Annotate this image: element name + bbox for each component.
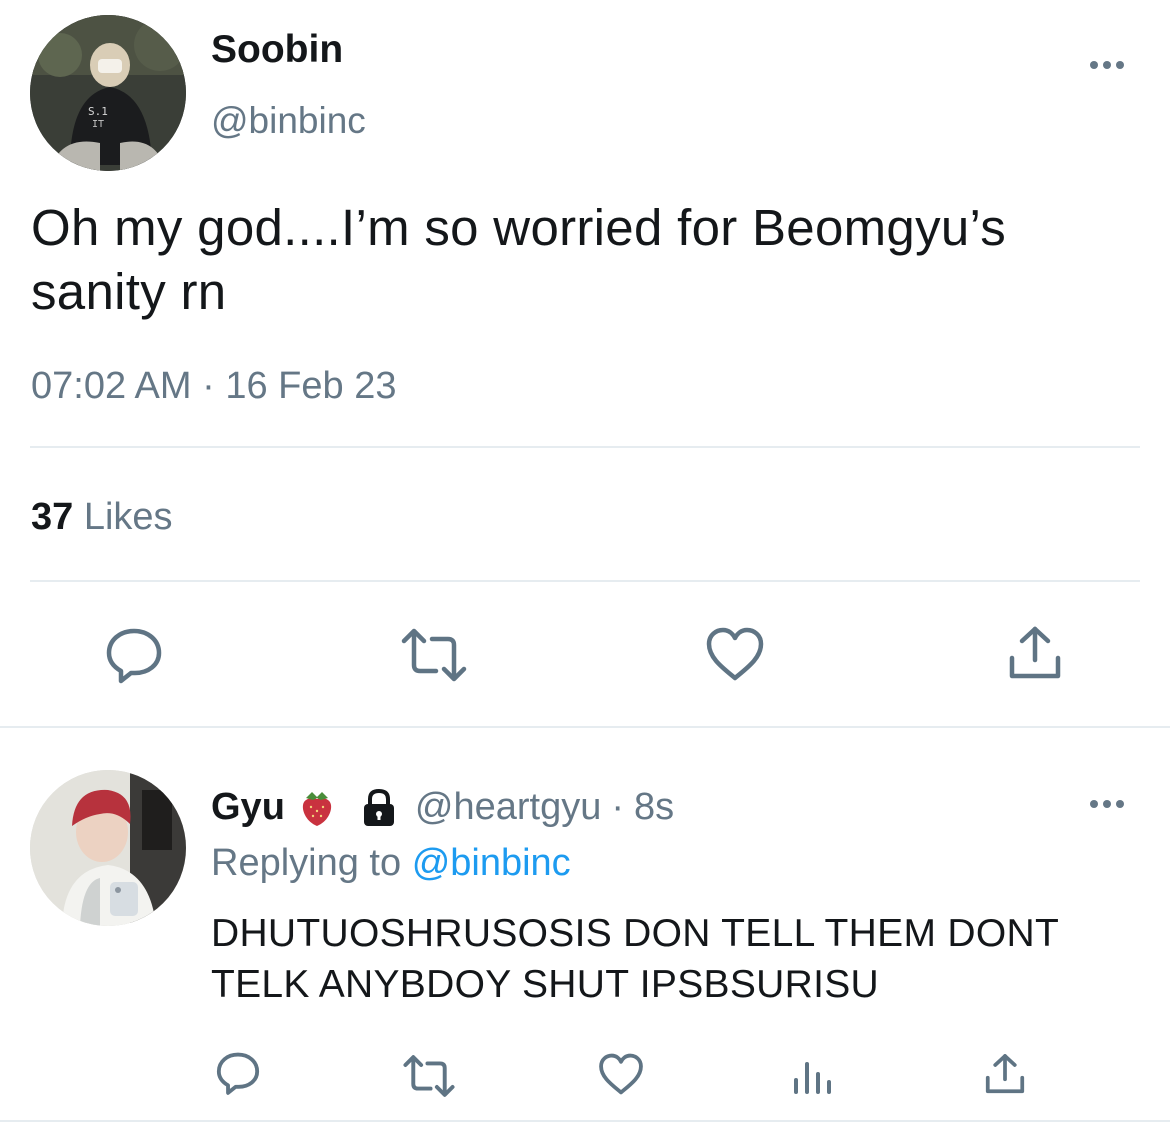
divider: [0, 1120, 1170, 1122]
handle[interactable]: @heartgyu: [415, 786, 601, 829]
share-icon[interactable]: [984, 1052, 1026, 1096]
tweet-timestamp[interactable]: 07:02 AM · 16 Feb 23: [31, 365, 396, 408]
retweet-icon[interactable]: [400, 627, 468, 683]
divider: [0, 726, 1170, 728]
retweet-icon[interactable]: [402, 1054, 456, 1098]
replying-handle-link[interactable]: @binbinc: [412, 842, 571, 884]
date: 16 Feb 23: [225, 365, 397, 407]
tweet-text-line: Oh my god....I’m so worried for Beomgyu’…: [31, 199, 1007, 256]
svg-text:IT: IT: [92, 119, 104, 130]
share-icon[interactable]: [1007, 624, 1063, 682]
avatar-photo: S.1 IT: [30, 15, 186, 171]
heart-icon[interactable]: [705, 626, 765, 682]
divider: [30, 446, 1140, 448]
replying-prefix: Replying to: [211, 842, 402, 884]
more-icon[interactable]: [1090, 61, 1124, 69]
handle[interactable]: @binbinc: [211, 100, 366, 142]
comment-icon[interactable]: [104, 625, 164, 685]
time: 07:02 AM: [31, 365, 192, 407]
avatar-photo: [30, 770, 186, 926]
svg-text:S.1: S.1: [88, 105, 108, 118]
avatar[interactable]: S.1 IT: [30, 15, 186, 171]
divider: [30, 580, 1140, 582]
display-name[interactable]: Soobin: [211, 28, 343, 72]
lock-icon: [359, 788, 399, 828]
heart-icon[interactable]: [598, 1052, 644, 1096]
more-icon[interactable]: [1090, 800, 1124, 808]
reply-text-line: DHUTUOSHRUSOSIS DON TELL THEM DONT: [211, 912, 1060, 955]
display-name[interactable]: Gyu: [211, 786, 285, 829]
reply-header: Gyu @heartgyu · 8s: [211, 786, 674, 829]
strawberry-emoji: [299, 788, 335, 828]
replying-to: Replying to @binbinc: [211, 842, 571, 885]
time-ago[interactable]: 8s: [634, 786, 674, 829]
likes-stat[interactable]: 37 Likes: [31, 496, 173, 539]
comment-icon[interactable]: [215, 1050, 261, 1096]
reply-text-line: TELK ANYBDOY SHUT IPSBSURISU: [211, 963, 879, 1006]
separator: ·: [611, 786, 625, 828]
tweet-text-line: sanity rn: [31, 263, 227, 320]
analytics-icon[interactable]: [792, 1058, 834, 1094]
avatar[interactable]: [30, 770, 186, 926]
reply-text: DHUTUOSHRUSOSIS DON TELL THEM DONT TELK …: [211, 908, 1059, 1010]
separator: ·: [202, 365, 215, 407]
likes-label: Likes: [83, 496, 173, 538]
likes-count: 37: [31, 496, 74, 538]
tweet-text: Oh my god....I’m so worried for Beomgyu’…: [31, 196, 1006, 324]
